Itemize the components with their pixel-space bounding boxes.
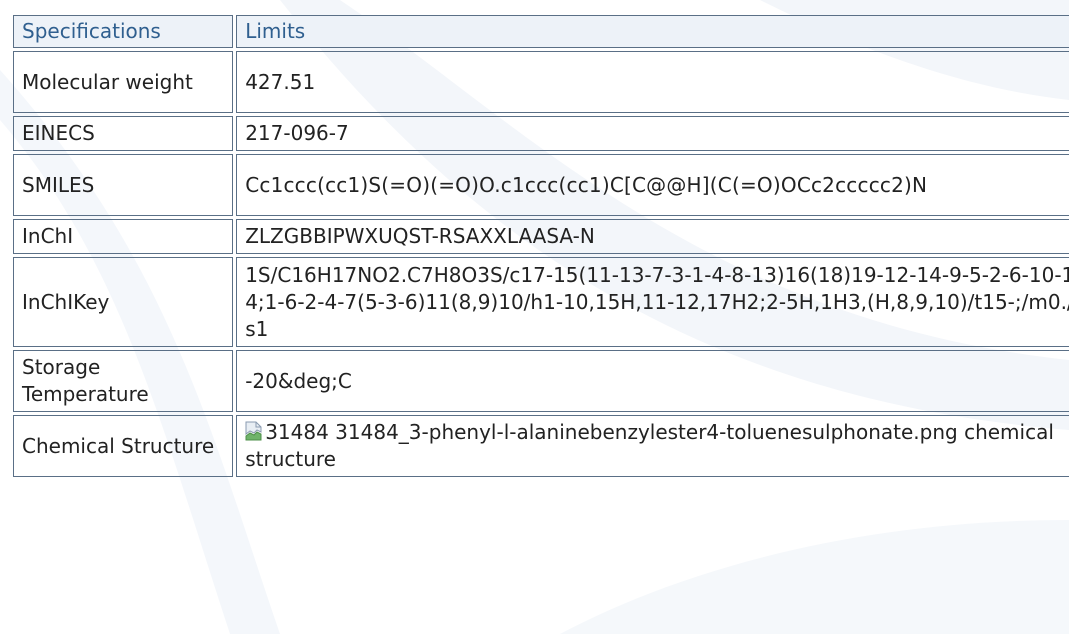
table-row: Storage Temperature -20&deg;C xyxy=(13,350,1069,412)
row-label-inchi: InChI xyxy=(13,219,234,254)
row-value-einecs: 217-096-7 xyxy=(236,116,1069,151)
table-row: InChI ZLZGBBIPWXUQST-RSAXXLAASA-N xyxy=(13,219,1069,254)
row-value-inchi: ZLZGBBIPWXUQST-RSAXXLAASA-N xyxy=(236,219,1069,254)
row-label-einecs: EINECS xyxy=(13,116,234,151)
table-row: EINECS 217-096-7 xyxy=(13,116,1069,151)
specifications-table: Specifications Limits Molecular weight 4… xyxy=(10,12,1069,480)
table-row: Molecular weight 427.51 xyxy=(13,51,1069,113)
row-value-storage-temperature: -20&deg;C xyxy=(236,350,1069,412)
row-label-inchikey: InChIKey xyxy=(13,257,234,347)
table-row: Chemical Structure 31484 31484_3-phenyl-… xyxy=(13,415,1069,477)
header-specifications: Specifications xyxy=(13,15,234,48)
row-value-inchikey: 1S/C16H17NO2.C7H8O3S/c17-15(11-13-7-3-1-… xyxy=(236,257,1069,347)
row-value-smiles: Cc1ccc(cc1)S(=O)(=O)O.c1ccc(cc1)C[C@@H](… xyxy=(236,154,1069,216)
row-label-smiles: SMILES xyxy=(13,154,234,216)
row-label-storage-temperature: Storage Temperature xyxy=(13,350,234,412)
table-row: SMILES Cc1ccc(cc1)S(=O)(=O)O.c1ccc(cc1)C… xyxy=(13,154,1069,216)
row-value-chemical-structure: 31484 31484_3-phenyl-l-alaninebenzyleste… xyxy=(236,415,1069,477)
row-label-molecular-weight: Molecular weight xyxy=(13,51,234,113)
table-header-row: Specifications Limits xyxy=(13,15,1069,48)
row-value-molecular-weight: 427.51 xyxy=(236,51,1069,113)
chemical-structure-alt-text: 31484 31484_3-phenyl-l-alaninebenzyleste… xyxy=(245,420,1054,471)
table-row: InChIKey 1S/C16H17NO2.C7H8O3S/c17-15(11-… xyxy=(13,257,1069,347)
row-label-chemical-structure: Chemical Structure xyxy=(13,415,234,477)
broken-image-icon xyxy=(245,421,262,441)
header-limits: Limits xyxy=(236,15,1069,48)
